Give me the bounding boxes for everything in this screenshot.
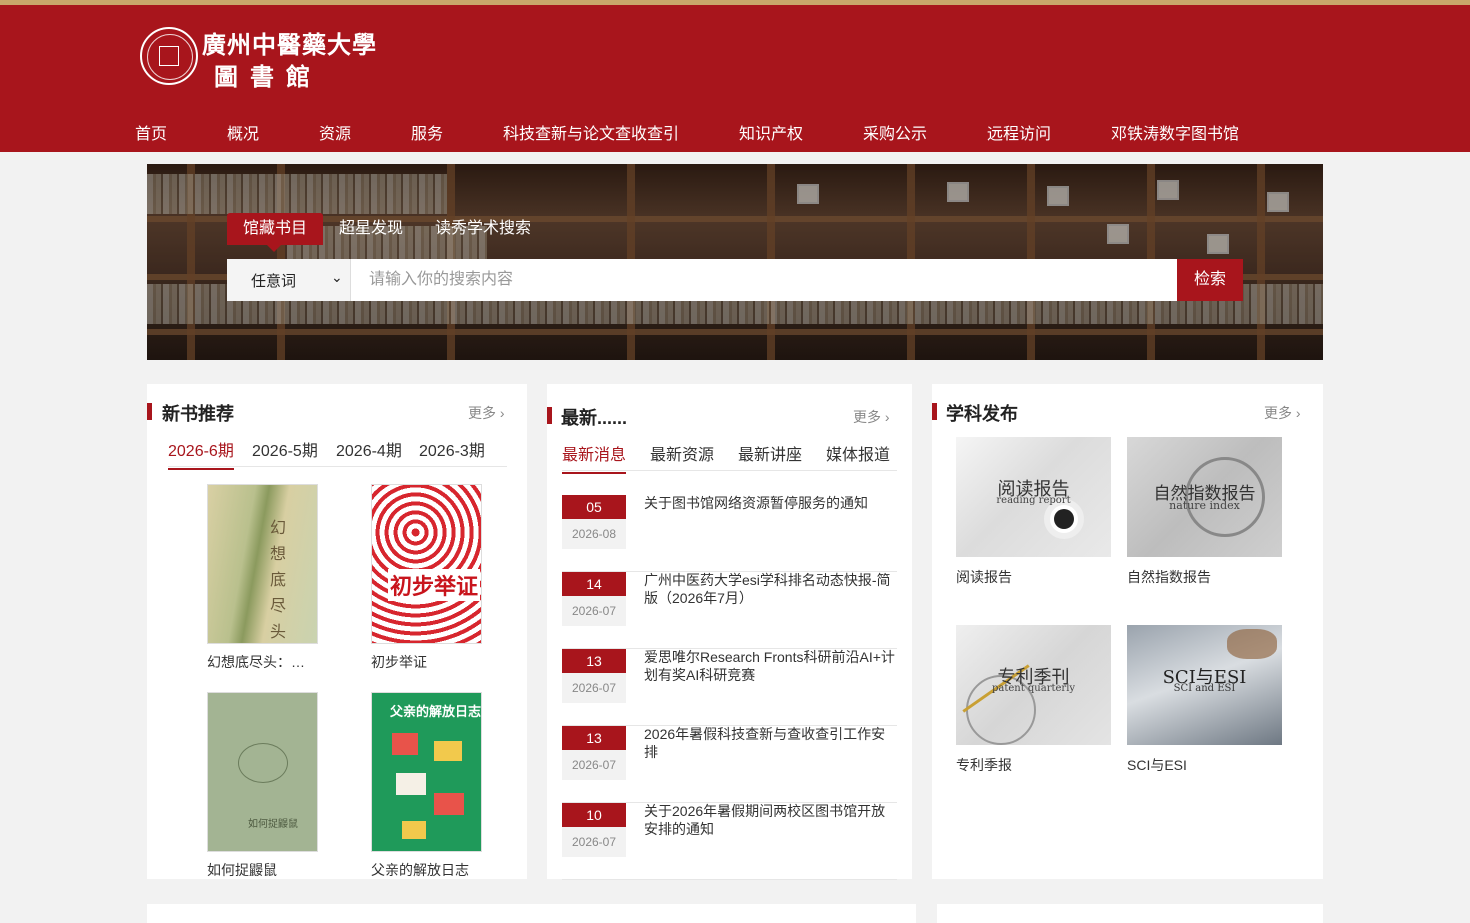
new-books-panel: 新书推荐 更多 › 2026-6期 2026-5期 2026-4期 2026-3… [147,384,527,879]
tab-issue-4[interactable]: 2026-4期 [336,437,402,468]
nav-home[interactable]: 首页 [135,120,167,144]
more-link[interactable]: 更多 › [468,403,505,423]
nav-novelty-search[interactable]: 科技查新与论文查收查引 [503,120,679,144]
news-panel: 最新...... 更多 › 最新消息 最新资源 最新讲座 媒体报道 05 202… [547,384,912,880]
tab-media-reports[interactable]: 媒体报道 [826,441,890,472]
nav-resources[interactable]: 资源 [319,120,351,144]
search-input[interactable] [353,259,1177,301]
chevron-right-icon: › [1295,405,1301,421]
nav-procurement[interactable]: 采购公示 [863,120,927,144]
report-thumbnail: 自然指数报告 nature index [1127,437,1282,557]
tab-latest-lectures[interactable]: 最新讲座 [738,441,802,472]
news-title[interactable]: 关于2026年暑假期间两校区图书馆开放安排的通知 [644,802,897,838]
issue-tabs: 2026-6期 2026-5期 2026-4期 2026-3期 [168,437,507,470]
news-title[interactable]: 爱思唯尔Research Fronts科研前沿AI+计划有奖AI科研竞赛 [644,648,897,684]
book-title: 初步举证 [371,654,427,670]
tab-catalog[interactable]: 馆藏书目 [227,213,324,252]
chevron-down-icon: ⌄ [331,269,343,285]
panel-title-subject: 学科发布 [946,404,1018,424]
tab-chaoxing[interactable]: 超星发现 [339,213,403,245]
subject-label: 阅读报告 [956,569,1012,585]
panel-title-new-books: 新书推荐 [162,404,234,424]
news-tabs: 最新消息 最新资源 最新讲座 媒体报道 [562,441,897,474]
library-logo[interactable]: 廣州中醫藥大學 圖書館 [140,27,380,91]
book-cover: 父亲的解放日志 [371,692,482,852]
university-seal-icon [140,27,198,85]
subject-label: 自然指数报告 [1127,569,1211,585]
tab-latest-news[interactable]: 最新消息 [562,441,627,474]
book-cover: 如何捉鼹鼠 [207,692,318,852]
logo-library-name: 圖書館 [214,62,322,91]
news-item[interactable]: 05 2026-08 关于图书馆网络资源暂停服务的通知 [562,495,897,572]
nav-remote-access[interactable]: 远程访问 [987,120,1051,144]
report-thumbnail: 阅读报告 reading report [956,437,1111,557]
chevron-right-icon: › [499,405,505,421]
tab-issue-6[interactable]: 2026-6期 [168,437,234,470]
news-date: 14 2026-07 [562,572,626,626]
tab-duxiu[interactable]: 读秀学术搜索 [435,213,531,245]
lower-panel-left [147,904,916,923]
nav-overview[interactable]: 概况 [227,120,259,144]
news-item[interactable]: 13 2026-07 2026年暑假科技查新与查收查引工作安排 [562,726,897,803]
search-banner: 馆藏书目 超星发现 读秀学术搜索 任意词 ⌄ 检索 [147,164,1323,360]
more-link[interactable]: 更多 › [1264,403,1301,423]
news-date: 05 2026-08 [562,495,626,549]
main-nav: 首页 概况 资源 服务 科技查新与论文查收查引 知识产权 采购公示 远程访问 邓… [0,112,1470,152]
news-item[interactable]: 13 2026-07 爱思唯尔Research Fronts科研前沿AI+计划有… [562,649,897,726]
book-title: 如何捉鼹鼠 [207,862,277,878]
tab-issue-3[interactable]: 2026-3期 [419,437,485,468]
panel-title-news: 最新...... [561,408,628,428]
news-title[interactable]: 关于图书馆网络资源暂停服务的通知 [644,494,897,512]
tab-latest-resources[interactable]: 最新资源 [650,441,714,472]
news-date: 13 2026-07 [562,726,626,780]
news-date: 10 2026-07 [562,803,626,857]
subject-label: 专利季报 [956,757,1012,773]
news-date: 13 2026-07 [562,649,626,703]
book-title: 幻想底尽头：… [207,654,305,670]
report-thumbnail: SCI与ESI SCI and ESI [1127,625,1282,745]
tab-issue-5[interactable]: 2026-5期 [252,437,318,468]
book-cover: 幻想底尽头 [207,484,318,644]
news-title[interactable]: 广州中医药大学esi学科排名动态快报-简版（2026年7月） [644,571,897,607]
chevron-right-icon: › [884,409,890,425]
nav-services[interactable]: 服务 [411,120,443,144]
nav-digital-library[interactable]: 邓铁涛数字图书馆 [1111,120,1239,144]
book-title: 父亲的解放日志 [371,862,469,878]
book-cover: 初步举证 [371,484,482,644]
search-button[interactable]: 检索 [1177,259,1243,301]
subject-panel: 学科发布 更多 › 阅读报告 reading report 阅读报告 自然指数报… [932,384,1323,879]
search-field-value: 任意词 [251,273,297,290]
nav-ip[interactable]: 知识产权 [739,120,803,144]
report-thumbnail: 专利季刊 patent quarterly [956,625,1111,745]
news-item[interactable]: 14 2026-07 广州中医药大学esi学科排名动态快报-简版（2026年7月… [562,572,897,649]
news-item[interactable]: 10 2026-07 关于2026年暑假期间两校区图书馆开放安排的通知 [562,803,897,880]
search-field-select[interactable]: 任意词 ⌄ [227,259,351,301]
lower-panel-right [937,904,1323,923]
search-bar: 任意词 ⌄ 检索 [227,259,1243,301]
site-header: 廣州中醫藥大學 圖書館 首页 概况 资源 服务 科技查新与论文查收查引 知识产权… [0,5,1470,152]
more-link[interactable]: 更多 › [853,407,890,427]
logo-university-name: 廣州中醫藥大學 [202,30,377,59]
news-title[interactable]: 2026年暑假科技查新与查收查引工作安排 [644,725,897,761]
subject-label: SCI与ESI [1127,757,1187,773]
